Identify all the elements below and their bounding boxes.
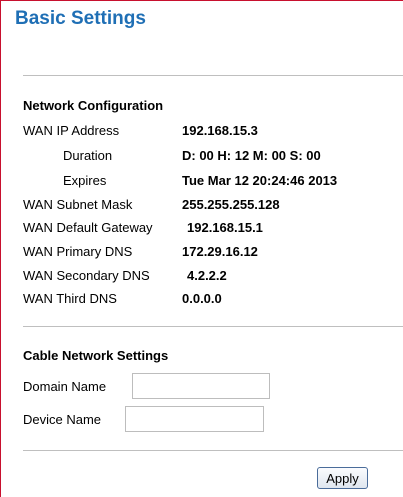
device-name-field[interactable]	[125, 406, 264, 432]
wan-third-dns-value: 0.0.0.0	[182, 291, 222, 306]
lease-duration-label: Duration	[63, 148, 113, 163]
domain-name-field[interactable]	[132, 373, 270, 399]
wan-subnet-mask-label: WAN Subnet Mask	[23, 197, 133, 212]
wan-default-gateway-value: 192.168.15.1	[187, 220, 263, 235]
wan-secondary-dns-label: WAN Secondary DNS	[23, 268, 150, 283]
top-divider	[23, 75, 403, 76]
network-configuration-heading: Network Configuration	[23, 98, 164, 113]
lease-expires-value: Tue Mar 12 20:24:46 2013	[182, 173, 338, 188]
middle-divider	[23, 326, 403, 327]
wan-primary-dns-value: 172.29.16.12	[182, 244, 258, 259]
wan-default-gateway-label: WAN Default Gateway	[23, 220, 153, 235]
settings-panel: Basic Settings Network Configuration WAN…	[0, 0, 403, 497]
lease-expires-label: Expires	[63, 173, 107, 188]
bottom-divider	[23, 450, 403, 451]
device-name-label: Device Name	[23, 412, 102, 427]
wan-ip-address-value: 192.168.15.3	[182, 123, 258, 138]
cable-network-settings-heading: Cable Network Settings	[23, 348, 169, 363]
domain-name-label: Domain Name	[23, 379, 107, 394]
wan-subnet-mask-value: 255.255.255.128	[182, 197, 280, 212]
page-title: Basic Settings	[15, 8, 146, 29]
wan-secondary-dns-value: 4.2.2.2	[187, 268, 227, 283]
wan-third-dns-label: WAN Third DNS	[23, 291, 117, 306]
wan-primary-dns-label: WAN Primary DNS	[23, 244, 133, 259]
apply-button[interactable]: Apply	[317, 467, 368, 489]
wan-ip-address-label: WAN IP Address	[23, 123, 120, 138]
lease-duration-value: D: 00 H: 12 M: 00 S: 00	[182, 148, 321, 163]
